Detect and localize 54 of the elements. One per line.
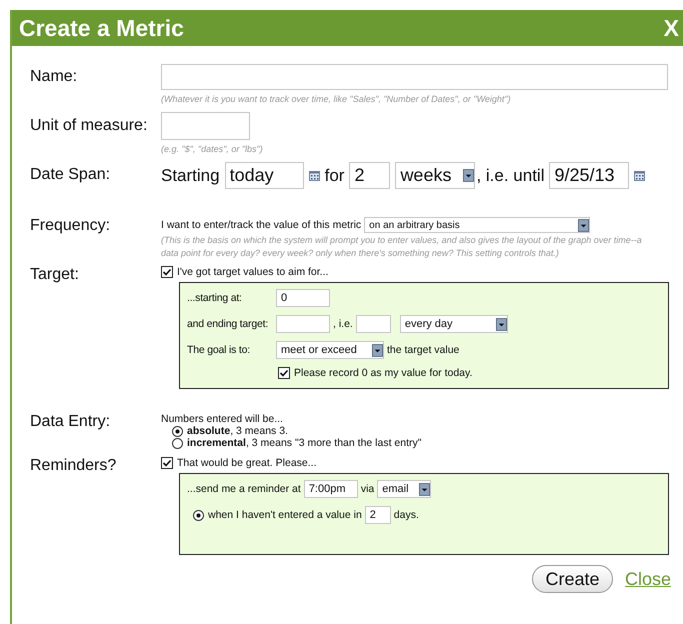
starting-field[interactable]: 0 <box>276 289 330 307</box>
create-button[interactable]: Create <box>532 565 613 593</box>
end-date-field[interactable]: 9/25/13 <box>549 162 630 189</box>
count-field[interactable]: 2 <box>349 162 390 189</box>
checkbox[interactable] <box>161 266 173 278</box>
goal-text: the target value <box>387 344 460 356</box>
frequency-text: I want to enter/track the value of this metric <box>161 219 362 231</box>
hint-text: (This is the basis on which the system will prompt you to enter values, and also gives the layout of the graph over time--a data point for every day? every week? only when there's something new? This setting controls that.) <box>161 234 643 260</box>
hint-text: (e.g. "$", "dates", or "lbs") <box>161 143 264 156</box>
time-field[interactable]: 7:00pm <box>304 480 358 498</box>
for-text: for <box>324 166 344 186</box>
entry-option[interactable]: incremental, 3 means "3 more than the last entry" <box>172 437 671 449</box>
radio-button[interactable] <box>193 510 204 520</box>
checkbox[interactable] <box>278 367 290 379</box>
checkbox[interactable] <box>161 457 173 469</box>
intro-text: Numbers entered will be... <box>161 413 284 425</box>
until-text: , i.e. until <box>476 166 544 186</box>
radio-button[interactable] <box>172 438 183 448</box>
field-label: ...starting at: <box>187 292 243 304</box>
field-label: Unit of measure: <box>30 116 148 136</box>
goal-select[interactable]: meet or exceed <box>276 341 384 359</box>
field-label: The goal is to: <box>187 344 251 356</box>
entry-option[interactable]: absolute, 3 means 3. <box>172 425 671 437</box>
name-field[interactable] <box>161 64 668 90</box>
send-text: ...send me a reminder at <box>187 483 301 495</box>
field-label: Name: <box>30 67 78 87</box>
calendar-icon[interactable] <box>634 170 646 180</box>
target-option[interactable]: I've got target values to aim for... <box>161 266 671 278</box>
calendar-icon[interactable] <box>308 170 320 180</box>
period-select[interactable]: weeks <box>395 162 476 189</box>
field-label: Target: <box>30 266 80 285</box>
field-label: Reminders? <box>30 457 118 476</box>
hint-text: (Whatever it is you want to track over time, like "Sales", "Number of Dates", or "Weight") <box>161 93 512 106</box>
via-text: via <box>360 483 374 495</box>
field-label: and ending target: <box>187 318 270 330</box>
frequency-select[interactable]: on an arbitrary basis <box>364 217 590 233</box>
dialog-title: Create a Metric <box>19 14 184 42</box>
channel-select[interactable]: email <box>377 480 432 498</box>
starting-text: Starting <box>161 166 220 186</box>
when-option[interactable]: when I haven't entered a value in <box>193 509 362 521</box>
field-label: Frequency: <box>30 217 112 236</box>
days-text: days. <box>394 509 419 521</box>
radio-button[interactable] <box>172 426 183 436</box>
ie-text: , i.e. <box>333 318 353 330</box>
unit-field[interactable] <box>161 112 250 140</box>
ending-field[interactable] <box>276 315 330 333</box>
days-field[interactable]: 2 <box>364 506 391 524</box>
amount-field[interactable] <box>356 315 391 333</box>
field-label: Date Span: <box>30 165 112 185</box>
record-option[interactable]: Please record 0 as my value for today. <box>278 367 472 379</box>
start-date-field[interactable]: today <box>224 162 304 189</box>
reminder-option[interactable]: That would be great. Please... <box>161 457 671 469</box>
interval-select[interactable]: every day <box>400 315 508 333</box>
field-label: Data Entry: <box>30 413 112 432</box>
